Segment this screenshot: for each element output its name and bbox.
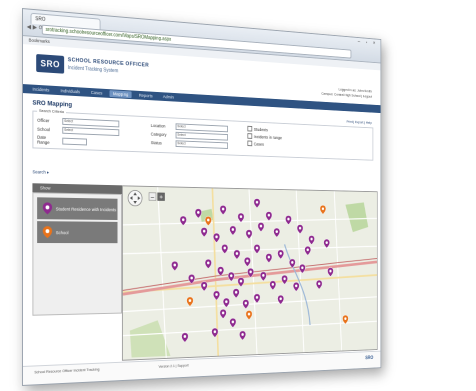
category-label: Category (150, 131, 167, 138)
legend-panel: Student Residence with Incidents School (32, 192, 122, 316)
date-row: Date Range (37, 134, 88, 147)
status-label: Status (150, 140, 162, 146)
zoom-out-button[interactable]: – (149, 193, 156, 201)
status-row: Status Select (151, 139, 228, 149)
legend-school[interactable]: School (37, 221, 118, 244)
cases-checkbox[interactable]: Cases (247, 140, 264, 147)
zoom-in-label: + (159, 194, 163, 201)
nav-individuals[interactable]: Individuals (57, 87, 84, 95)
incidents-checkbox[interactable]: Incidents in range (247, 133, 282, 140)
school-select[interactable]: Select (62, 126, 120, 137)
search-button[interactable]: Search ▸ (32, 169, 49, 175)
officer-label: Officer (37, 117, 50, 124)
footer-logo: SRO (365, 355, 374, 361)
status-select[interactable]: Select (175, 140, 228, 149)
nav-admin[interactable]: Admin (159, 93, 177, 101)
nav-mapping[interactable]: Mapping (109, 90, 132, 99)
brand-subtitle: Incident Tracking System (67, 65, 119, 75)
students-checkbox[interactable]: Students (247, 125, 268, 132)
legend-student-label: Student Residence with Incidents (55, 206, 117, 212)
location-label: Location (150, 123, 166, 129)
legend-school-label: School (55, 229, 69, 235)
search-criteria-legend: Search Criteria (37, 107, 66, 115)
screenshot-scene: SRO – ▫ × ◀ ▶ ⟳ srotracking.schoolresour… (0, 0, 476, 391)
window-controls[interactable]: – ▫ × (358, 40, 378, 47)
zoom-out-label: – (151, 194, 155, 201)
students-checkbox-label: Students (253, 126, 268, 132)
nav-cases[interactable]: Cases (87, 89, 106, 97)
date-label: Date Range (37, 134, 50, 146)
site-logo[interactable]: SRO (36, 53, 65, 74)
footer-middle[interactable]: Version 2.1 | Support (159, 364, 189, 369)
school-label: School (37, 126, 51, 133)
browser-nav-buttons[interactable]: ◀ ▶ ⟳ (27, 23, 44, 31)
filter-checkboxes: Students Incidents in range Cases (247, 125, 282, 148)
zoom-in-button[interactable]: + (158, 193, 165, 201)
nav-incidents[interactable]: Incidents (29, 85, 53, 93)
category-select[interactable]: Select (175, 131, 228, 141)
map-view[interactable]: – + (121, 185, 378, 361)
legend-student-residence[interactable]: Student Residence with Incidents (37, 197, 118, 220)
pan-control[interactable] (128, 190, 142, 206)
nav-reports[interactable]: Reports (135, 92, 156, 100)
cases-checkbox-label: Cases (253, 141, 264, 147)
browser-window: SRO – ▫ × ◀ ▶ ⟳ srotracking.schoolresour… (22, 8, 382, 386)
footer-left: School Resource Officer Incident Trackin… (34, 367, 100, 375)
incidents-checkbox-label: Incidents in range (253, 133, 282, 140)
web-page: SRO SCHOOL RESOURCE OFFICER Incident Tra… (22, 44, 381, 385)
date-input[interactable] (62, 137, 88, 145)
user-info: Logged in as: John Smith Campus: Central… (321, 86, 372, 100)
school-marker-icon (42, 226, 53, 239)
map-canvas[interactable]: – + (123, 186, 377, 359)
officer-select[interactable]: Select (62, 117, 120, 128)
student-marker-icon (42, 202, 53, 215)
location-select[interactable]: Select (175, 123, 228, 133)
